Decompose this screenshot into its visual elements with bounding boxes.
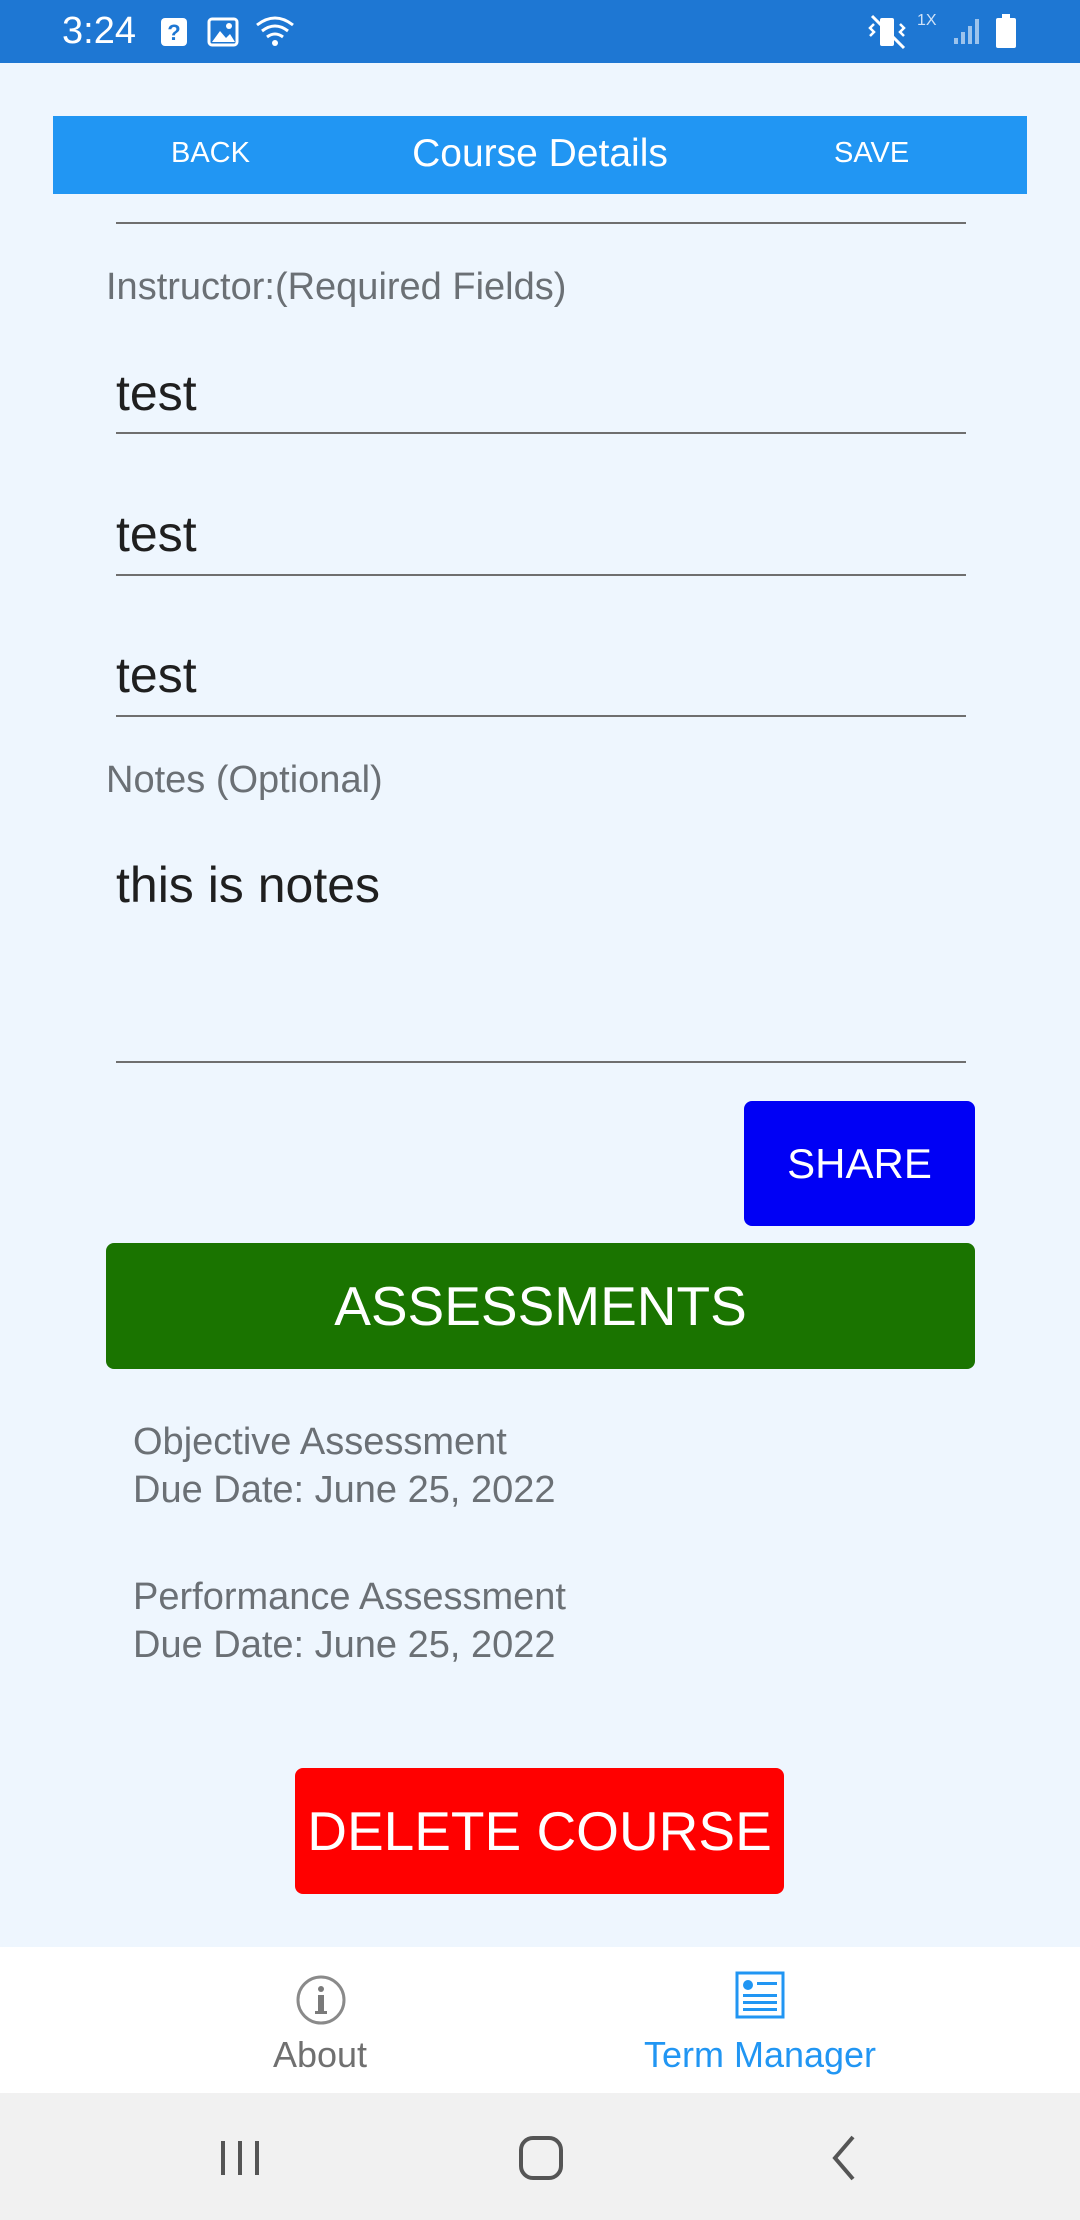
- home-icon[interactable]: [506, 2123, 576, 2193]
- assessment-name: Objective Assessment: [133, 1421, 507, 1463]
- field-underline: [116, 222, 966, 224]
- assessment-due-date: Due Date: June 25, 2022: [133, 1469, 556, 1511]
- share-button[interactable]: SHARE: [744, 1101, 975, 1226]
- save-button[interactable]: SAVE: [834, 137, 909, 170]
- field-underline: [116, 1061, 966, 1063]
- system-nav-bar: [0, 2093, 1080, 2220]
- instructor-label: Instructor:(Required Fields): [106, 266, 567, 308]
- instructor-phone-field[interactable]: test: [116, 505, 966, 563]
- tab-label: Term Manager: [643, 2034, 877, 2075]
- vibrate-icon: [868, 14, 908, 55]
- image-icon: [207, 17, 239, 52]
- signal-icon: [952, 16, 984, 51]
- bottom-tab-bar: About Term Manager: [0, 1947, 1080, 2093]
- assessment-name: Performance Assessment: [133, 1576, 566, 1618]
- svg-text:?: ?: [167, 20, 180, 45]
- wifi-question-icon: [255, 15, 295, 52]
- signal-label: 1X: [917, 12, 937, 29]
- field-underline: [116, 574, 966, 576]
- instructor-name-field[interactable]: test: [116, 364, 966, 422]
- field-underline: [116, 432, 966, 434]
- tab-term-manager[interactable]: Term Manager: [490, 1947, 1030, 2093]
- list-item[interactable]: Performance Assessment Due Date: June 25…: [133, 1573, 566, 1669]
- notes-label: Notes (Optional): [106, 759, 383, 801]
- document-icon: [735, 1971, 785, 2024]
- back-nav-icon[interactable]: [809, 2123, 879, 2193]
- delete-course-button[interactable]: DELETE COURSE: [295, 1768, 784, 1894]
- field-underline: [116, 715, 966, 717]
- status-bar: 3:24 ? 1X: [0, 0, 1080, 63]
- info-icon: [295, 1974, 347, 2031]
- help-box-icon: ?: [160, 17, 188, 52]
- status-time: 3:24: [62, 10, 136, 52]
- recent-apps-icon[interactable]: [205, 2123, 275, 2193]
- assessment-due-date: Due Date: June 25, 2022: [133, 1624, 556, 1666]
- list-item[interactable]: Objective Assessment Due Date: June 25, …: [133, 1418, 556, 1514]
- app-header: BACK Course Details SAVE: [53, 116, 1027, 194]
- notes-field[interactable]: this is notes: [116, 856, 966, 914]
- assessments-button[interactable]: ASSESSMENTS: [106, 1243, 975, 1369]
- battery-icon: [994, 13, 1018, 54]
- instructor-email-field[interactable]: test: [116, 646, 966, 704]
